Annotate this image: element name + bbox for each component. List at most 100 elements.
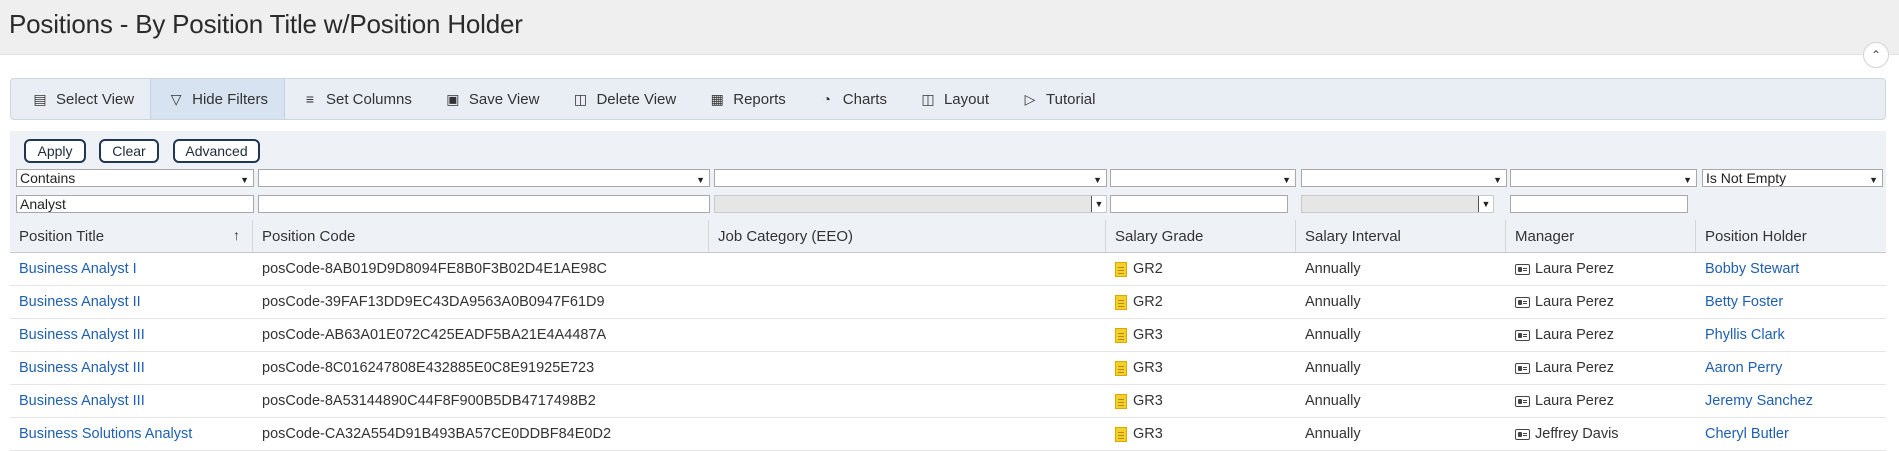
- hide-filters-label: Hide Filters: [192, 90, 268, 108]
- clear-button[interactable]: Clear: [99, 139, 159, 163]
- job-category-filter-input[interactable]: ▼: [714, 195, 1107, 213]
- position-code-cell: posCode-39FAF13DD9EC43DA9563A0B0947F61D9: [253, 286, 709, 318]
- cell-text: GR3: [1133, 360, 1163, 376]
- charts-label: Charts: [842, 90, 887, 108]
- cell-text: posCode-8A53144890C44F8F900B5DB4717498B2: [262, 393, 596, 409]
- cell-text: Laura Perez: [1535, 261, 1614, 277]
- column-header-manager[interactable]: Manager: [1506, 220, 1696, 252]
- table-row[interactable]: Business Analyst III posCode-AB63A01E072C…: [10, 319, 1886, 352]
- salary-grade-cell: GR2: [1106, 286, 1296, 318]
- layout-icon: ◫: [921, 90, 935, 107]
- cell-text[interactable]: Business Analyst III: [19, 327, 145, 343]
- cell-text[interactable]: Jeremy Sanchez: [1705, 393, 1813, 409]
- position-holder-link[interactable]: Phyllis Clark: [1696, 319, 1886, 351]
- column-header-position-holder[interactable]: Position Holder: [1696, 220, 1886, 252]
- column-header-job-category[interactable]: Job Category (EEO): [709, 220, 1106, 252]
- cell-text: Annually: [1305, 393, 1361, 409]
- salary-grade-filter-input[interactable]: [1110, 195, 1288, 213]
- apply-button[interactable]: Apply: [24, 139, 86, 163]
- cell-text[interactable]: Betty Foster: [1705, 294, 1783, 310]
- position-title-link[interactable]: Business Analyst III: [10, 319, 253, 351]
- position-holder-link[interactable]: Bobby Stewart: [1696, 253, 1886, 285]
- select-view-button[interactable]: ▤ Select View: [15, 79, 150, 119]
- reports-button[interactable]: ▦ Reports: [692, 79, 802, 119]
- cell-text[interactable]: Business Analyst I: [19, 261, 137, 277]
- cell-text[interactable]: Aaron Perry: [1705, 360, 1782, 376]
- position-title-filter-input[interactable]: Analyst: [16, 195, 254, 213]
- cell-text[interactable]: Business Analyst II: [19, 294, 141, 310]
- position-holder-operator-select[interactable]: Is Not Empty: [1702, 169, 1883, 188]
- contact-card-icon: [1515, 428, 1530, 440]
- cell-text: posCode-39FAF13DD9EC43DA9563A0B0947F61D9: [262, 294, 605, 310]
- job-category-cell: [709, 253, 1106, 285]
- position-code-filter-input[interactable]: [258, 195, 710, 213]
- hide-filters-button[interactable]: ▽ Hide Filters: [150, 79, 285, 119]
- contact-card-icon: [1515, 263, 1530, 275]
- column-label: Salary Interval: [1305, 227, 1401, 245]
- position-title-link[interactable]: Business Analyst III: [10, 385, 253, 417]
- manager-filter-input[interactable]: [1510, 195, 1688, 213]
- position-holder-link[interactable]: Cheryl Butler: [1696, 418, 1886, 450]
- job-category-operator-select[interactable]: [714, 169, 1107, 188]
- cell-text[interactable]: Phyllis Clark: [1705, 327, 1785, 343]
- select-view-label: Select View: [56, 90, 135, 108]
- position-title-operator-select[interactable]: Contains: [16, 169, 254, 188]
- salary-grade-icon: [1115, 327, 1127, 343]
- salary-grade-operator-select[interactable]: [1110, 169, 1296, 188]
- cell-text[interactable]: Bobby Stewart: [1705, 261, 1799, 277]
- column-label: Salary Grade: [1115, 227, 1204, 245]
- delete-view-button[interactable]: ◫ Delete View: [555, 79, 692, 119]
- view-toolbar: ▤ Select View ▽ Hide Filters ≡ Set Columns …: [10, 78, 1886, 120]
- columns-icon: ≡: [305, 91, 315, 107]
- position-title-link[interactable]: Business Analyst II: [10, 286, 253, 318]
- cell-text: Laura Perez: [1535, 294, 1614, 310]
- set-columns-label: Set Columns: [325, 90, 412, 108]
- trash-icon: ◫: [573, 90, 588, 107]
- position-code-operator-select[interactable]: [258, 169, 710, 188]
- job-category-cell: [709, 286, 1106, 318]
- column-header-position-code[interactable]: Position Code: [253, 220, 709, 252]
- dropdown-arrow-icon[interactable]: ▼: [1478, 196, 1493, 212]
- position-title-link[interactable]: Business Solutions Analyst: [10, 418, 253, 450]
- manager-operator-select[interactable]: [1510, 169, 1697, 188]
- salary-interval-filter-input[interactable]: ▼: [1301, 195, 1494, 213]
- cell-text[interactable]: Business Analyst III: [19, 393, 145, 409]
- cell-text: posCode-8AB019D9D8094FE8B0F3B02D4E1AE98C: [262, 261, 607, 277]
- dropdown-arrow-icon[interactable]: ▼: [1091, 196, 1106, 212]
- layout-button[interactable]: ◫ Layout: [903, 79, 1005, 119]
- salary-grade-icon: [1115, 360, 1127, 376]
- manager-cell: Laura Perez: [1506, 385, 1696, 417]
- collapse-header-button[interactable]: ⌃: [1863, 42, 1889, 68]
- column-label: Position Code: [262, 227, 356, 245]
- set-columns-button[interactable]: ≡ Set Columns: [285, 79, 428, 119]
- charts-button[interactable]: ◔ Charts: [802, 79, 903, 119]
- salary-interval-operator-select[interactable]: [1301, 169, 1507, 188]
- salary-interval-cell: Annually: [1296, 319, 1506, 351]
- salary-interval-cell: Annually: [1296, 385, 1506, 417]
- table-row[interactable]: Business Analyst II posCode-39FAF13DD9EC4…: [10, 286, 1886, 319]
- position-title-link[interactable]: Business Analyst III: [10, 352, 253, 384]
- table-row[interactable]: Business Analyst III posCode-8A53144890C4…: [10, 385, 1886, 418]
- save-view-button[interactable]: ▣ Save View: [428, 79, 556, 119]
- column-header-salary-interval[interactable]: Salary Interval: [1296, 220, 1506, 252]
- advanced-button[interactable]: Advanced: [173, 139, 260, 163]
- position-holder-link[interactable]: Jeremy Sanchez: [1696, 385, 1886, 417]
- cell-text[interactable]: Business Analyst III: [19, 360, 145, 376]
- cell-text[interactable]: Business Solutions Analyst: [19, 426, 192, 442]
- cell-text[interactable]: Cheryl Butler: [1705, 426, 1789, 442]
- grid-body: Business Analyst I posCode-8AB019D9D8094F…: [10, 253, 1886, 451]
- table-row[interactable]: Business Analyst III posCode-8C016247808E…: [10, 352, 1886, 385]
- column-header-position-title[interactable]: Position Title ↑: [10, 220, 253, 252]
- column-header-salary-grade[interactable]: Salary Grade: [1106, 220, 1296, 252]
- tutorial-button[interactable]: ▷ Tutorial: [1005, 79, 1111, 119]
- position-holder-link[interactable]: Aaron Perry: [1696, 352, 1886, 384]
- table-row[interactable]: Business Analyst I posCode-8AB019D9D8094F…: [10, 253, 1886, 286]
- salary-grade-cell: GR2: [1106, 253, 1296, 285]
- position-title-link[interactable]: Business Analyst I: [10, 253, 253, 285]
- salary-interval-cell: Annually: [1296, 253, 1506, 285]
- position-holder-link[interactable]: Betty Foster: [1696, 286, 1886, 318]
- contact-card-icon: [1515, 395, 1530, 407]
- salary-grade-icon: [1115, 426, 1127, 442]
- table-row[interactable]: Business Solutions Analyst posCode-CA32A5…: [10, 418, 1886, 451]
- salary-grade-icon: [1115, 393, 1127, 409]
